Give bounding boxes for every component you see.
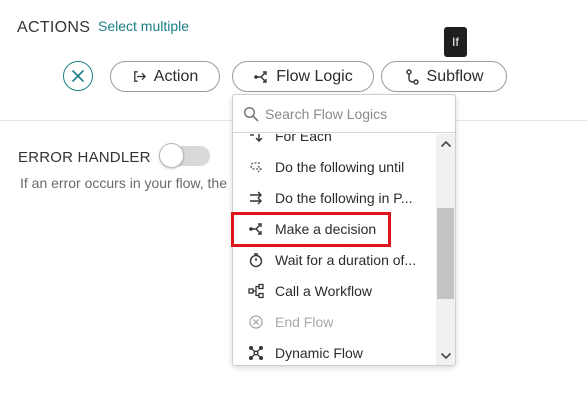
error-handler-title: ERROR HANDLER xyxy=(18,149,151,166)
subflow-icon xyxy=(405,68,419,85)
list-item-for-each[interactable]: For Each xyxy=(233,134,436,151)
list-item-dynamic-flow[interactable]: Dynamic Flow xyxy=(233,337,436,365)
decision-icon xyxy=(247,220,265,238)
for-each-icon xyxy=(247,134,265,145)
flow-logic-icon xyxy=(254,70,267,83)
action-button-label: Action xyxy=(153,67,199,85)
list-item-label: Make a decision xyxy=(275,220,377,237)
search-row xyxy=(233,95,455,133)
toggle-knob xyxy=(159,143,184,168)
select-multiple-link[interactable]: Select multiple xyxy=(98,18,189,34)
loop-until-icon xyxy=(247,158,265,176)
workflow-icon xyxy=(247,282,265,300)
list-item-label: Call a Workflow xyxy=(275,282,372,299)
action-arrow-icon xyxy=(133,71,146,82)
list-item-label: Do the following until xyxy=(275,158,405,175)
flow-logic-button[interactable]: Flow Logic xyxy=(232,61,374,92)
close-button[interactable] xyxy=(63,61,93,91)
list-item-label: For Each xyxy=(275,134,332,144)
subflow-button-label: Subflow xyxy=(426,67,484,85)
list-item-label: Do the following in P... xyxy=(275,189,413,206)
timer-icon xyxy=(247,251,265,269)
list-item-call-workflow[interactable]: Call a Workflow xyxy=(233,275,436,306)
scroll-down-button[interactable] xyxy=(437,347,454,364)
close-icon xyxy=(72,70,84,82)
tooltip-text: If xyxy=(452,35,459,49)
list-item-make-decision[interactable]: Make a decision xyxy=(233,213,436,244)
list-item-wait-duration[interactable]: Wait for a duration of... xyxy=(233,244,436,275)
flow-logic-dropdown: For Each Do the following until Do the f… xyxy=(232,94,456,366)
flow-logic-button-label: Flow Logic xyxy=(276,67,353,85)
chevron-down-icon xyxy=(440,352,451,359)
flow-logic-list: For Each Do the following until Do the f… xyxy=(233,134,436,365)
action-button[interactable]: Action xyxy=(110,61,220,92)
error-handler-description: If an error occurs in your flow, the xyxy=(20,175,227,191)
list-item-label: Wait for a duration of... xyxy=(275,251,417,268)
search-icon xyxy=(243,106,259,121)
list-item-label: End Flow xyxy=(275,313,334,330)
scroll-up-button[interactable] xyxy=(437,135,454,152)
list-item-do-parallel[interactable]: Do the following in P... xyxy=(233,182,436,213)
subflow-button[interactable]: Subflow xyxy=(381,61,507,92)
tooltip: If xyxy=(444,27,467,57)
chevron-up-icon xyxy=(440,140,451,147)
dynamic-flow-icon xyxy=(247,344,265,362)
scrollbar-thumb[interactable] xyxy=(437,208,454,299)
list-item-end-flow: End Flow xyxy=(233,306,436,337)
parallel-icon xyxy=(247,189,265,207)
search-flow-logics-input[interactable] xyxy=(265,105,445,122)
end-flow-icon xyxy=(247,313,265,331)
list-item-label: Dynamic Flow xyxy=(275,344,363,361)
actions-title: ACTIONS xyxy=(17,19,91,36)
error-handler-toggle[interactable] xyxy=(159,143,210,168)
list-item-do-until[interactable]: Do the following until xyxy=(233,151,436,182)
